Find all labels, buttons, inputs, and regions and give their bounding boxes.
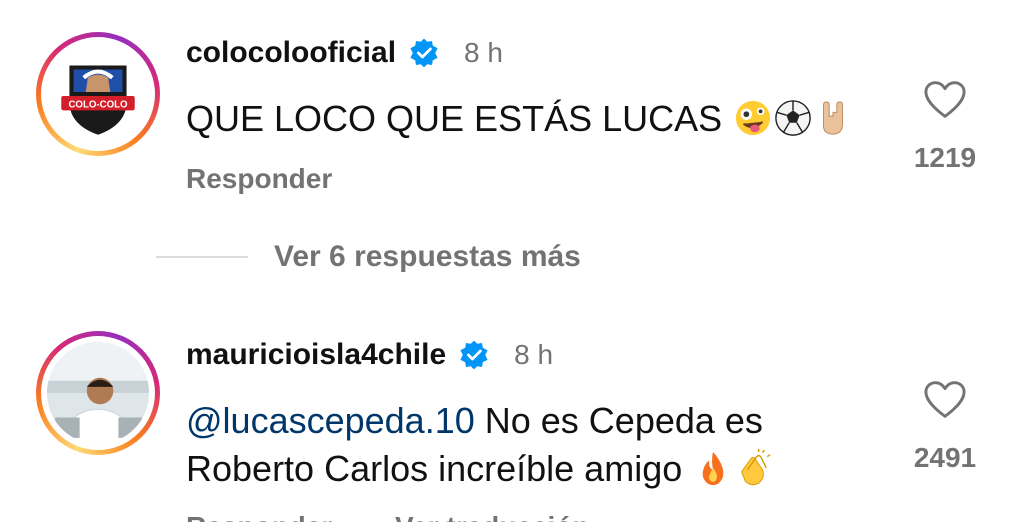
colo-colo-logo: COLO-COLO — [47, 43, 149, 145]
avatar-story-ring[interactable] — [36, 331, 160, 455]
like-group: 1219 — [905, 80, 985, 174]
username[interactable]: colocolooficial — [186, 36, 396, 70]
view-more-replies[interactable]: Ver 6 respuestas más — [156, 240, 581, 274]
clapping-hands-icon — [741, 449, 771, 486]
comment-header: mauricioisla4chile 8 h — [186, 338, 553, 372]
avatar[interactable] — [47, 342, 149, 444]
comment-item: mauricioisla4chile 8 h @lucascepeda.10 N… — [0, 325, 1024, 522]
comment-header: colocolooficial 8 h — [186, 36, 503, 70]
mention-link[interactable]: @lucascepeda.10 — [186, 400, 475, 441]
verified-badge-icon — [410, 38, 438, 68]
comment-text: @lucascepeda.10 No es Cepeda es Roberto … — [186, 397, 866, 493]
avatar[interactable]: COLO-COLO — [47, 43, 149, 145]
username[interactable]: mauricioisla4chile — [186, 338, 446, 372]
avatar-logo-text: COLO-COLO — [68, 99, 128, 110]
reply-button[interactable]: Responder — [186, 163, 332, 195]
comment-body: QUE LOCO QUE ESTÁS LUCAS — [186, 98, 723, 139]
like-count: 2491 — [913, 442, 977, 473]
avatar-story-ring[interactable]: COLO-COLO — [36, 32, 160, 156]
rock-hand-icon — [823, 101, 844, 135]
comment-text: QUE LOCO QUE ESTÁS LUCAS — [186, 95, 866, 143]
zany-face-icon — [736, 100, 771, 136]
heart-icon[interactable] — [923, 380, 967, 420]
user-photo — [47, 342, 149, 444]
like-group: 2491 — [905, 380, 985, 474]
fire-icon — [702, 451, 724, 486]
see-translation-button[interactable]: Ver traducción — [395, 511, 590, 522]
reply-button[interactable]: Responder — [186, 511, 332, 522]
verified-badge-icon — [460, 340, 488, 370]
soccer-ball-icon — [775, 100, 811, 136]
heart-icon[interactable] — [923, 80, 967, 120]
comment-item: COLO-COLO colocolooficial 8 h QUE LOCO Q… — [0, 0, 1024, 230]
timestamp: 8 h — [464, 37, 503, 68]
timestamp: 8 h — [514, 339, 554, 370]
divider — [156, 256, 248, 258]
view-more-replies-label[interactable]: Ver 6 respuestas más — [274, 240, 581, 274]
like-count: 1219 — [913, 142, 977, 173]
